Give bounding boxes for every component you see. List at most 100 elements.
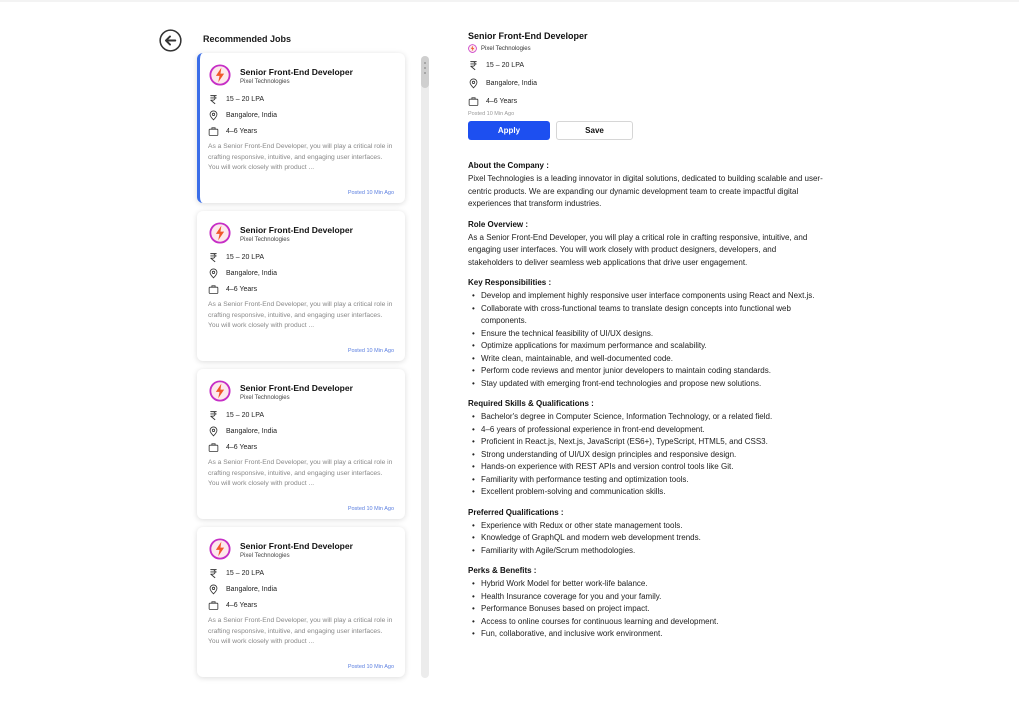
section-list-item: Strong understanding of UI/UX design pri…: [468, 449, 823, 462]
job-card-company: Pixel Technologies: [240, 79, 290, 85]
job-card[interactable]: Senior Front-End Developer Pixel Technolo…: [197, 527, 405, 677]
detail-list-sections: Key Responsibilities : Develop and implem…: [468, 278, 823, 641]
save-button[interactable]: Save: [556, 121, 633, 140]
job-card-experience-row: 4–6 Years: [208, 126, 257, 137]
job-card-salary-row: 15 – 20 LPA: [208, 252, 264, 263]
job-card-experience: 4–6 Years: [226, 128, 258, 135]
section-list-item: Access to online courses for continuous …: [468, 616, 823, 629]
briefcase-icon: [208, 285, 219, 294]
section-list-item: Familiarity with performance testing and…: [468, 474, 823, 487]
job-card-location-row: Bangalore, India: [208, 268, 277, 279]
job-detail-salary: 15 – 20 LPA: [486, 62, 525, 69]
detail-list-section: Key Responsibilities : Develop and implem…: [468, 278, 823, 390]
job-list: Senior Front-End Developer Pixel Technolo…: [197, 53, 407, 683]
job-card[interactable]: Senior Front-End Developer Pixel Technolo…: [197, 211, 405, 361]
job-card-location-row: Bangalore, India: [208, 584, 277, 595]
lightning-logo-icon: [209, 380, 231, 402]
job-card-salary: 15 – 20 LPA: [226, 96, 265, 103]
job-card-posted-time: Posted 10 Min Ago: [347, 506, 394, 512]
section-list-item: Ensure the technical feasibility of UI/U…: [468, 328, 823, 341]
job-card-posted-time: Posted 10 Min Ago: [347, 348, 394, 354]
job-card-description: As a Senior Front-End Developer, you wil…: [208, 301, 393, 329]
section-heading: Preferred Qualifications :: [468, 507, 564, 517]
job-detail-panel: Senior Front-End Developer Pixel Technol…: [468, 31, 823, 650]
section-list: Develop and implement highly responsive …: [468, 290, 823, 390]
briefcase-icon: [468, 97, 479, 106]
job-card[interactable]: Senior Front-End Developer Pixel Technolo…: [197, 369, 405, 519]
section-list-item: Bachelor's degree in Computer Science, I…: [468, 411, 823, 424]
job-card-description: As a Senior Front-End Developer, you wil…: [208, 143, 393, 171]
job-detail-posted-time: Posted 10 Min Ago: [468, 111, 515, 117]
job-card-experience-row: 4–6 Years: [208, 600, 257, 611]
job-detail-company-row: Pixel Technologies: [468, 44, 823, 53]
top-divider: [0, 0, 1019, 2]
job-card-company: Pixel Technologies: [240, 395, 290, 401]
section-list-item: Collaborate with cross-functional teams …: [468, 303, 823, 328]
section-list-item: Stay updated with emerging front-end tec…: [468, 378, 823, 391]
about-company-heading: About the Company :: [468, 161, 549, 170]
section-list-item: Write clean, maintainable, and well-docu…: [468, 353, 823, 366]
job-card-experience-row: 4–6 Years: [208, 284, 257, 295]
job-card[interactable]: Senior Front-End Developer Pixel Technolo…: [197, 53, 405, 203]
job-card-location: Bangalore, India: [226, 270, 277, 277]
job-card-location: Bangalore, India: [226, 428, 277, 435]
job-detail-experience-row: 4–6 Years: [468, 96, 823, 107]
section-list-item: 4–6 years of professional experience in …: [468, 424, 823, 437]
rupee-icon: [210, 569, 217, 579]
job-card-location-row: Bangalore, India: [208, 426, 277, 437]
job-card-title: Senior Front-End Developer: [240, 67, 353, 77]
section-heading: Perks & Benefits :: [468, 566, 537, 575]
job-card-experience: 4–6 Years: [226, 602, 258, 609]
section-list-item: Excellent problem-solving and communicat…: [468, 486, 823, 499]
role-overview-section: Role Overview : As a Senior Front-End De…: [468, 220, 823, 270]
scrollbar-thumb[interactable]: [421, 56, 429, 88]
job-card-posted-time: Posted 10 Min Ago: [347, 190, 394, 196]
job-card-location-row: Bangalore, India: [208, 110, 277, 121]
job-card-salary: 15 – 20 LPA: [226, 412, 265, 419]
rupee-icon: [470, 61, 477, 71]
job-card-company: Pixel Technologies: [240, 553, 290, 559]
location-pin-icon: [209, 426, 218, 437]
lightning-logo-icon: [209, 222, 231, 244]
job-list-scrollbar[interactable]: [421, 56, 429, 678]
location-pin-icon: [209, 110, 218, 121]
job-card-description: As a Senior Front-End Developer, you wil…: [208, 617, 393, 645]
rupee-icon: [210, 95, 217, 105]
about-company-text: Pixel Technologies is a leading innovato…: [468, 174, 823, 208]
section-list-item: Knowledge of GraphQL and modern web deve…: [468, 532, 823, 545]
role-overview-heading: Role Overview :: [468, 219, 529, 229]
job-card-title: Senior Front-End Developer: [240, 383, 353, 393]
job-detail-actions: Apply Save: [468, 121, 823, 140]
section-list: Experience with Redux or other state man…: [468, 520, 823, 558]
job-card-description: As a Senior Front-End Developer, you wil…: [208, 459, 393, 487]
section-heading: Key Responsibilities :: [468, 278, 552, 287]
location-pin-icon: [469, 78, 478, 89]
apply-button[interactable]: Apply: [468, 121, 550, 140]
job-card-location: Bangalore, India: [226, 112, 277, 119]
lightning-logo-icon: [468, 44, 477, 53]
job-detail-company: Pixel Technologies: [481, 45, 531, 52]
about-company-section: About the Company : Pixel Technologies i…: [468, 161, 823, 211]
section-list-item: Perform code reviews and mentor junior d…: [468, 365, 823, 378]
job-description: About the Company : Pixel Technologies i…: [468, 161, 823, 641]
rupee-icon: [210, 253, 217, 263]
job-card-company: Pixel Technologies: [240, 237, 290, 243]
section-list-item: Performance Bonuses based on project imp…: [468, 603, 823, 616]
job-card-title: Senior Front-End Developer: [240, 541, 353, 551]
briefcase-icon: [208, 127, 219, 136]
detail-list-section: Required Skills & Qualifications : Bachel…: [468, 399, 823, 499]
back-arrow-icon[interactable]: [159, 29, 182, 52]
section-list-item: Hands-on experience with REST APIs and v…: [468, 461, 823, 474]
job-card-experience-row: 4–6 Years: [208, 442, 257, 453]
section-list-item: Fun, collaborative, and inclusive work e…: [468, 628, 823, 641]
section-list: Bachelor's degree in Computer Science, I…: [468, 411, 823, 499]
lightning-logo-icon: [209, 538, 231, 560]
detail-list-section: Perks & Benefits : Hybrid Work Model for …: [468, 566, 823, 641]
section-heading: Required Skills & Qualifications :: [468, 399, 594, 408]
location-pin-icon: [209, 584, 218, 595]
lightning-logo-icon: [209, 64, 231, 86]
briefcase-icon: [208, 601, 219, 610]
job-card-salary-row: 15 – 20 LPA: [208, 410, 264, 421]
detail-list-section: Preferred Qualifications : Experience wit…: [468, 508, 823, 558]
role-overview-text: As a Senior Front-End Developer, you wil…: [468, 232, 808, 267]
